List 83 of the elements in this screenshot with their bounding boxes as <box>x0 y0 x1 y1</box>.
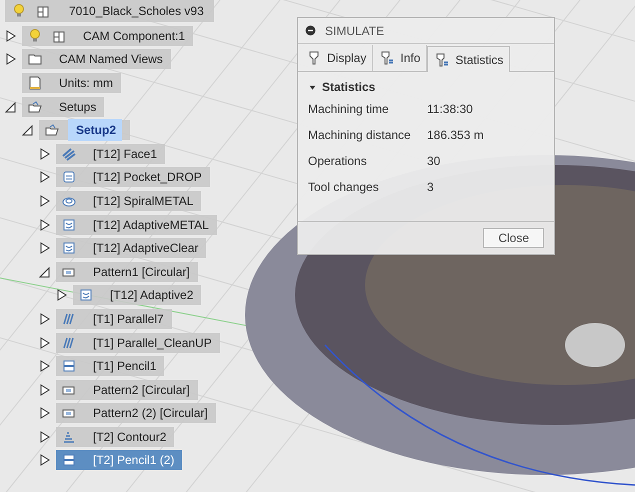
tree-item-label: CAM Named Views <box>58 51 163 68</box>
tree-item[interactable]: Pattern2 (2) [Circular] <box>56 403 216 424</box>
tree-item-label: [T2] Pencil1 (2) <box>92 452 174 470</box>
tree-item-label: Setup2 <box>68 119 122 142</box>
expand-arrow-icon[interactable] <box>38 430 52 444</box>
tree-item-label: [T2] Contour2 <box>92 428 166 446</box>
stat-value: 11:38:30 <box>427 101 473 118</box>
adaptive-toolpath-icon <box>61 240 77 256</box>
tree-item[interactable]: [T12] AdaptiveClear <box>56 238 206 258</box>
document-row[interactable]: 7010_Black_Scholes v93 <box>5 0 214 22</box>
expand-arrow-icon[interactable] <box>38 336 52 350</box>
minimize-icon <box>304 24 317 37</box>
tree-item[interactable]: Pattern2 [Circular] <box>56 380 198 400</box>
collapse-arrow-icon[interactable] <box>4 100 18 114</box>
tree-item-label: Pattern2 [Circular] <box>92 382 190 399</box>
tree-item[interactable]: [T12] Pocket_DROP <box>56 167 210 188</box>
expand-arrow-icon[interactable] <box>38 146 52 161</box>
tree-item[interactable]: [T12] Face1 <box>56 144 166 164</box>
stat-label: Machining time <box>308 101 390 118</box>
tree-item-label: [T12] AdaptiveClear <box>92 240 198 258</box>
tree-item-label: [T12] SpiralMETAL <box>92 192 194 210</box>
expand-arrow-icon[interactable] <box>38 194 52 208</box>
stat-label: Operations <box>308 153 368 170</box>
tree-item-label: [T12] AdaptiveMETAL <box>92 216 209 234</box>
tree-item[interactable]: CAM Component:1 <box>22 26 194 46</box>
tree-item[interactable]: Setups <box>22 96 104 117</box>
tree-item[interactable]: [T2] Contour2 <box>56 426 174 447</box>
tree-item[interactable]: [T12] Adaptive2 <box>73 285 202 306</box>
face-toolpath-icon <box>61 146 77 162</box>
expand-arrow-icon[interactable] <box>38 453 52 468</box>
tree-item-label: [T1] Parallel_CleanUP <box>92 334 212 352</box>
expand-arrow-icon[interactable] <box>55 288 69 302</box>
adaptive-toolpath-icon <box>61 216 77 233</box>
pencil-toolpath-icon <box>61 452 77 468</box>
expand-arrow-icon[interactable] <box>4 52 18 66</box>
tree-item[interactable]: Units: mm <box>22 72 121 93</box>
expand-arrow-icon[interactable] <box>38 218 52 232</box>
tool-icon <box>379 50 396 66</box>
document-icon <box>27 74 43 91</box>
expand-arrow-icon[interactable] <box>38 312 52 326</box>
dialog-title: SIMULATE <box>325 22 384 40</box>
tree-item-label: Setups <box>58 98 96 116</box>
close-button[interactable]: Close <box>483 228 544 248</box>
tree-item[interactable]: Pattern1 [Circular] <box>56 262 198 282</box>
tree-item-label: Pattern1 [Circular] <box>92 264 190 281</box>
tree-item-label: Units: mm <box>58 74 113 92</box>
tree-item-label: [T12] Face1 <box>92 146 158 163</box>
tree-item-label: [T1] Parallel7 <box>92 310 164 328</box>
tree-item[interactable]: [T1] Pencil1 <box>56 356 164 376</box>
tree-item[interactable]: [T12] AdaptiveMETAL <box>56 214 217 235</box>
expand-arrow-icon[interactable] <box>38 406 52 420</box>
tree-item[interactable]: [T12] SpiralMETAL <box>56 190 202 211</box>
stat-label: Machining distance <box>308 127 412 144</box>
tree-item-label: Pattern2 (2) [Circular] <box>92 405 208 422</box>
collapse-arrow-icon[interactable] <box>21 123 35 138</box>
tree-item-label: CAM Component:1 <box>82 28 186 45</box>
tab[interactable]: Statistics <box>427 46 510 72</box>
tree-item[interactable]: [T1] Parallel_CleanUP <box>56 332 220 353</box>
adaptive-toolpath-icon <box>78 287 94 304</box>
tree-item[interactable]: Setup2 <box>39 120 130 140</box>
tool-icon <box>434 52 450 68</box>
stat-value: 30 <box>427 153 440 170</box>
expand-arrow-icon[interactable] <box>38 382 52 397</box>
expand-arrow-icon[interactable] <box>4 28 18 43</box>
section-header[interactable]: Statistics <box>308 78 544 96</box>
setup-folder-icon <box>27 98 43 115</box>
expand-arrow-icon[interactable] <box>38 359 52 374</box>
stat-value: 3 <box>427 179 434 196</box>
expand-arrow-icon[interactable] <box>38 241 52 256</box>
tree-item-label: [T1] Pencil1 <box>92 358 156 376</box>
pocket-toolpath-icon <box>61 169 77 186</box>
collapse-arrow-icon[interactable] <box>38 264 52 279</box>
pencil-toolpath-icon <box>61 358 77 374</box>
tree-item-label: [T12] Adaptive2 <box>109 287 194 304</box>
document-title: 7010_Black_Scholes v93 <box>68 3 205 20</box>
stat-value: 186.353 m <box>427 127 484 144</box>
setup-folder-icon <box>44 122 60 138</box>
tab[interactable]: Display <box>300 45 374 71</box>
tree-item[interactable]: [T1] Parallel7 <box>56 308 172 329</box>
tree-item[interactable]: CAM Named Views <box>22 49 171 70</box>
stat-label: Tool changes <box>308 179 380 196</box>
tree-item-label: [T12] Pocket_DROP <box>92 169 202 186</box>
expand-arrow-icon[interactable] <box>38 170 52 184</box>
